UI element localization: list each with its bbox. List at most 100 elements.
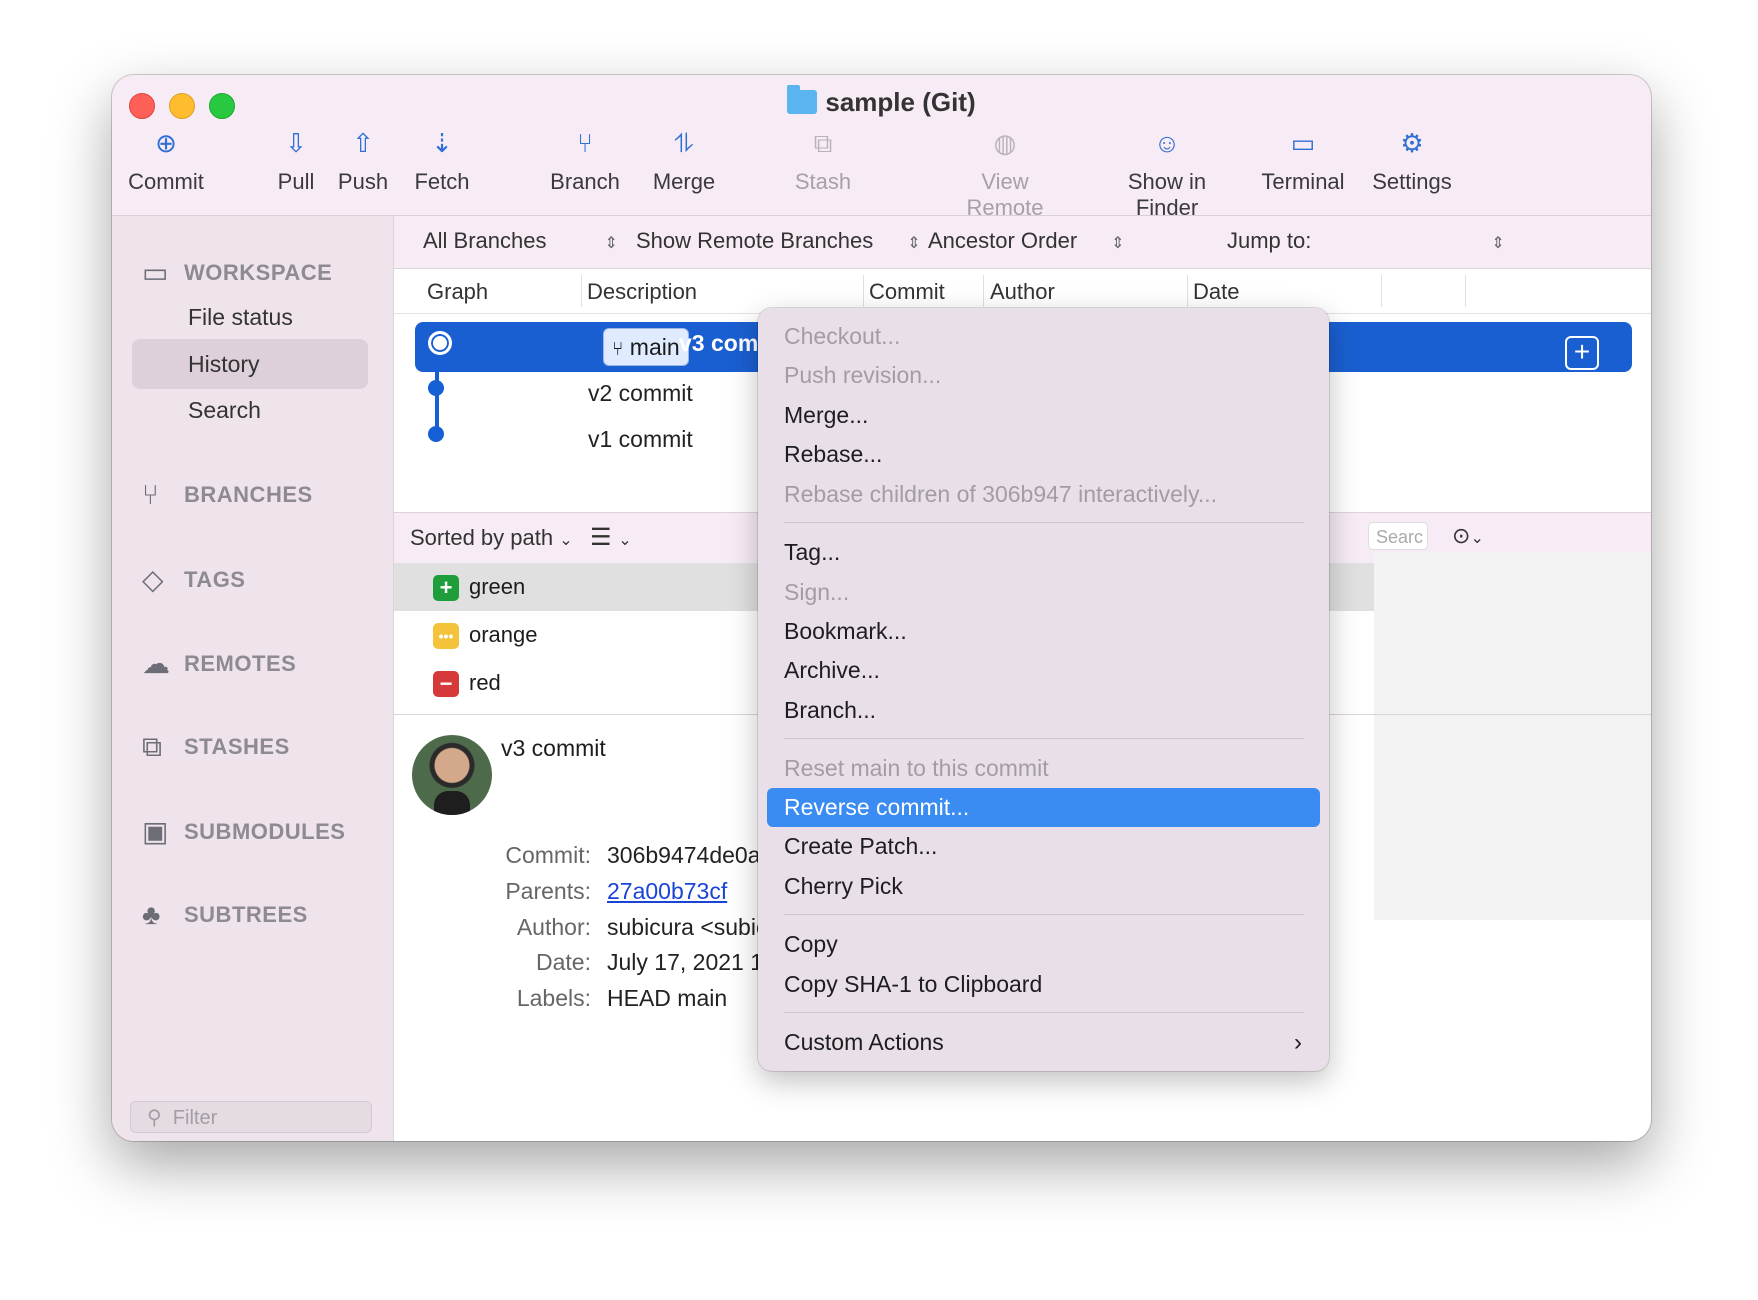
submodule-icon: ▣ (142, 816, 169, 847)
sidebar-section-subtrees[interactable]: ♣ SUBTREES (142, 899, 308, 931)
jump-to-select[interactable]: Jump to: ⇕ (1227, 228, 1505, 254)
stash-icon: ⧉ (142, 731, 163, 762)
menu-item-rebase-interactive[interactable]: Rebase children of 306b947 interactively… (767, 475, 1320, 514)
column-divider[interactable] (1381, 275, 1382, 307)
stash-icon: ⧉ (813, 128, 833, 158)
commit-message: v2 commit (588, 380, 693, 406)
menu-item-merge[interactable]: Merge... (767, 396, 1320, 435)
sidebar-item-search[interactable]: Search (132, 385, 368, 435)
history-filter-bar: All Branches ⇕ Show Remote Branches ⇕ Ance… (394, 216, 1651, 269)
order-select[interactable]: Ancestor Order ⇕ (928, 228, 1125, 254)
file-name: green (469, 574, 526, 599)
menu-item-tag[interactable]: Tag... (767, 533, 1320, 572)
menu-item-copy[interactable]: Copy (767, 925, 1320, 964)
menu-item-sign[interactable]: Sign... (767, 573, 1320, 612)
settings-button[interactable]: ⚙ Settings (1370, 123, 1454, 195)
fetch-button[interactable]: ⇣ Fetch (402, 123, 482, 195)
sidebar-filter-input[interactable]: ⚲ Filter (130, 1101, 372, 1133)
menu-separator (784, 914, 1304, 915)
column-graph[interactable]: Graph (427, 279, 488, 305)
sidebar: ▭ WORKSPACE File status History Search ⑂ B… (112, 216, 394, 1141)
branch-badge-main[interactable]: ⑂ main (603, 328, 689, 366)
sidebar-item-history[interactable]: History (132, 339, 368, 389)
menu-item-push-revision[interactable]: Push revision... (767, 356, 1320, 395)
column-divider[interactable] (1187, 275, 1188, 307)
show-in-finder-button[interactable]: ☺ Show in Finder (1096, 123, 1238, 221)
column-divider[interactable] (1465, 275, 1466, 307)
branch-icon: ⑂ (577, 128, 593, 158)
menu-item-reset[interactable]: Reset main to this commit (767, 749, 1320, 788)
cloud-icon: ☁ (142, 648, 171, 679)
fetch-icon: ⇣ (431, 128, 453, 158)
menu-item-checkout[interactable]: Checkout... (767, 317, 1320, 356)
column-description[interactable]: Description (587, 279, 697, 305)
commit-message: v1 commit (588, 426, 693, 452)
column-divider[interactable] (983, 275, 984, 307)
menu-item-copy-sha[interactable]: Copy SHA-1 to Clipboard (767, 965, 1320, 1004)
remote-branches-select[interactable]: Show Remote Branches ⇕ (636, 228, 921, 254)
detail-commit-message: v3 commit (501, 735, 606, 761)
detail-label: Author: (516, 914, 591, 940)
window-title: sample (Git) (112, 85, 1651, 118)
menu-item-archive[interactable]: Archive... (767, 651, 1320, 690)
view-remote-button[interactable]: ◍ View Remote (942, 123, 1068, 221)
menu-item-cherry-pick[interactable]: Cherry Pick (767, 867, 1320, 906)
sidebar-section-branches[interactable]: ⑂ BRANCHES (142, 479, 313, 511)
merge-button[interactable]: ⥮ Merge (644, 123, 724, 195)
plus-circle-icon: ⊕ (155, 128, 177, 158)
menu-item-branch[interactable]: Branch... (767, 691, 1320, 730)
pull-button[interactable]: ⇩ Pull (264, 123, 328, 195)
menu-item-custom-actions[interactable]: Custom Actions › (767, 1023, 1320, 1062)
menu-separator (784, 1012, 1304, 1013)
column-divider[interactable] (581, 275, 582, 307)
arrow-up-circle-icon: ⇧ (352, 128, 374, 158)
column-date[interactable]: Date (1193, 279, 1239, 305)
file-removed-icon: − (433, 671, 459, 697)
list-view-dropdown[interactable]: ☰ ⌄ (590, 523, 632, 552)
tree-icon: ♣ (142, 899, 161, 930)
commit-button[interactable]: ⊕ Commit (118, 123, 214, 195)
file-name: orange (469, 622, 538, 647)
sidebar-section-stashes[interactable]: ⧉ STASHES (142, 731, 290, 764)
push-button[interactable]: ⇧ Push (330, 123, 396, 195)
branch-icon: ⑂ (142, 479, 160, 510)
menu-item-reverse-commit[interactable]: Reverse commit... (767, 788, 1320, 827)
branch-icon: ⑂ (612, 339, 624, 360)
detail-label: Date: (536, 949, 591, 975)
list-icon: ☰ (590, 524, 612, 551)
terminal-icon: ▭ (1290, 128, 1316, 158)
chevron-down-icon: ⌄ (559, 532, 573, 549)
merge-icon: ⥮ (674, 128, 694, 158)
sidebar-section-submodules[interactable]: ▣ SUBMODULES (142, 815, 345, 848)
chevron-right-icon: › (1294, 1029, 1302, 1056)
gear-icon: ⚙ (1400, 128, 1424, 158)
stash-button[interactable]: ⧉ Stash (788, 123, 858, 195)
menu-item-bookmark[interactable]: Bookmark... (767, 612, 1320, 651)
column-divider[interactable] (863, 275, 864, 307)
menu-item-rebase[interactable]: Rebase... (767, 435, 1320, 474)
branch-button[interactable]: ⑂ Branch (542, 123, 628, 195)
sidebar-section-workspace[interactable]: ▭ WORKSPACE (142, 256, 332, 289)
sidebar-item-file-status[interactable]: File status (132, 292, 368, 342)
ellipsis-circle-icon: ⊙ (1452, 523, 1471, 548)
terminal-button[interactable]: ▭ Terminal (1260, 123, 1346, 195)
column-author[interactable]: Author (990, 279, 1055, 305)
arrow-down-circle-icon: ⇩ (285, 128, 307, 158)
sidebar-section-remotes[interactable]: ☁ REMOTES (142, 647, 296, 680)
file-name: red (469, 670, 501, 695)
column-commit[interactable]: Commit (869, 279, 945, 305)
detail-label: Labels: (516, 985, 591, 1011)
chevron-down-icon: ⌄ (618, 532, 632, 549)
sidebar-section-tags[interactable]: ◇ TAGS (142, 563, 245, 596)
file-search-input[interactable]: Searc (1368, 522, 1428, 550)
more-options-button[interactable]: ⊙⌄ (1452, 523, 1484, 549)
menu-item-create-patch[interactable]: Create Patch... (767, 827, 1320, 866)
avatar (412, 735, 492, 815)
graph-head-node (428, 331, 452, 355)
add-icon[interactable]: + (1565, 336, 1599, 370)
menu-separator (784, 522, 1304, 523)
sort-by-path-dropdown[interactable]: Sorted by path ⌄ (410, 525, 573, 551)
parent-commit-link[interactable]: 27a00b73cf (607, 878, 727, 905)
tag-icon: ◇ (142, 564, 165, 595)
branch-filter-select[interactable]: All Branches ⇕ (423, 228, 618, 254)
